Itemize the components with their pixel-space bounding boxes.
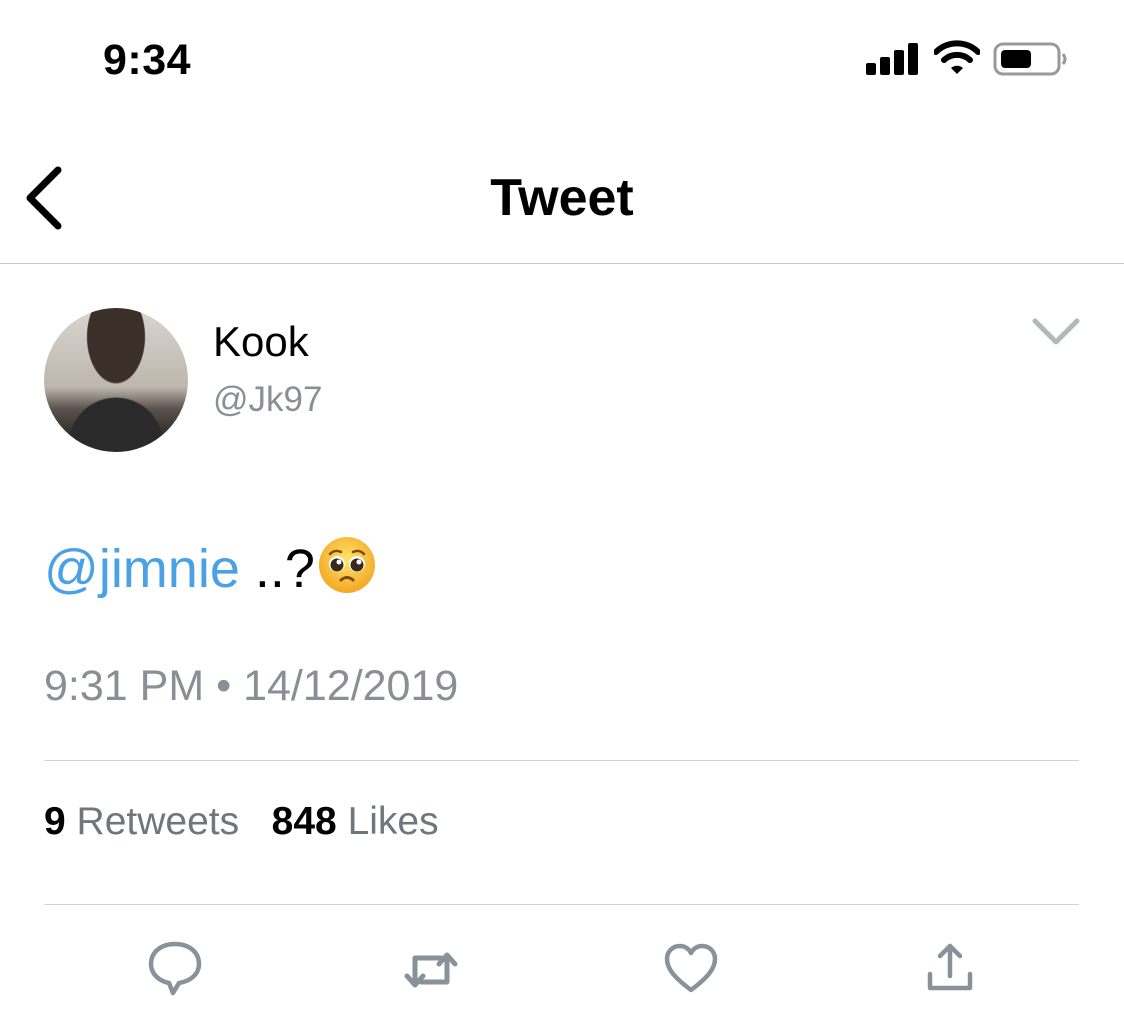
likes-count: 848 <box>271 800 337 843</box>
author-display-name[interactable]: Kook <box>213 318 309 366</box>
retweets-stat[interactable]: 9 Retweets <box>44 800 239 843</box>
divider <box>44 904 1079 905</box>
tweet-text-body: ..? <box>239 539 315 599</box>
heart-icon[interactable] <box>661 938 721 998</box>
cellular-signal-icon <box>866 43 918 75</box>
avatar[interactable] <box>44 308 188 452</box>
tweet-text: @jimnie ..? <box>44 535 377 600</box>
status-bar-time: 9:34 <box>103 36 192 84</box>
battery-icon <box>993 42 1067 76</box>
tweet-timestamp[interactable]: 9:31 PM • 14/12/2019 <box>44 662 458 711</box>
mention-link[interactable]: @jimnie <box>44 539 240 599</box>
divider <box>44 760 1079 761</box>
likes-stat[interactable]: 848 Likes <box>272 800 439 843</box>
retweets-count: 9 <box>44 800 66 843</box>
page-title: Tweet <box>490 169 634 227</box>
tweet-stats: 9 Retweets 848 Likes <box>44 800 439 844</box>
pleading-face-emoji-icon <box>318 537 375 593</box>
share-icon[interactable] <box>920 938 980 998</box>
reply-icon[interactable] <box>145 938 205 998</box>
chevron-down-icon[interactable] <box>1031 313 1081 351</box>
likes-label: Likes <box>347 800 439 843</box>
retweets-label: Retweets <box>76 800 240 843</box>
header-divider <box>0 263 1124 264</box>
wifi-icon <box>934 40 980 74</box>
retweet-icon[interactable] <box>401 940 461 1000</box>
author-handle[interactable]: @Jk97 <box>213 380 322 420</box>
